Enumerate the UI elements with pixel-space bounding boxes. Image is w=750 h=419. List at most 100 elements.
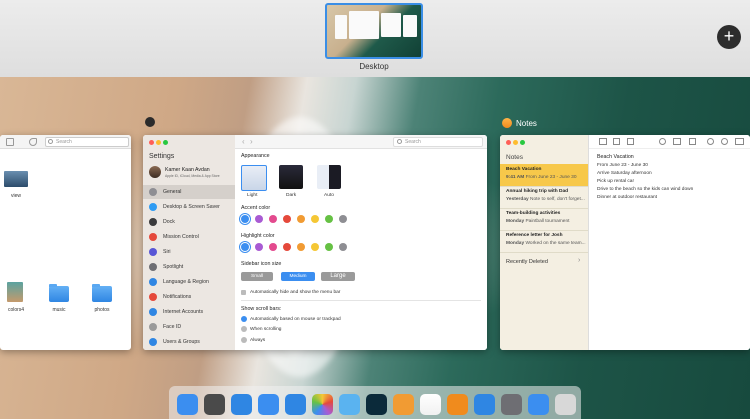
safari-icon[interactable] [231,394,252,415]
zoom-button[interactable] [163,140,168,145]
settings-window[interactable]: Settings Kamer Kaan Avdan Apple ID, iClo… [143,135,487,350]
icon-size-small[interactable]: Small [241,272,273,281]
icon-size-medium[interactable]: Medium [281,272,315,281]
minimize-button[interactable] [513,140,518,145]
highlight-color-swatch[interactable] [297,243,305,251]
sidebar-item-icon [149,338,157,346]
compose-icon[interactable] [627,138,634,145]
note-item-detail: From June 23 - June 30 [525,175,577,180]
accent-color-swatch[interactable] [283,215,291,223]
tag-icon[interactable] [29,138,37,146]
note-list-item[interactable]: Annual hiking trip with Dad Yesterday Not… [500,186,588,209]
finder-window[interactable]: Search view colors4 music photos [0,135,131,350]
books-icon[interactable] [447,394,468,415]
share-icon[interactable] [707,138,714,145]
zoom-button[interactable] [520,140,525,145]
icon-size-large[interactable]: Large [321,272,355,281]
share-icon[interactable] [6,138,14,146]
pages-icon[interactable] [393,394,414,415]
scroll-radio-always[interactable] [241,337,247,343]
scroll-radio-automatic[interactable] [241,316,247,322]
recently-deleted-row[interactable]: Recently Deleted › [500,255,588,269]
music-icon[interactable] [420,394,441,415]
appearance-auto-option[interactable] [317,165,341,189]
sidebar-item-label: Internet Accounts [163,309,204,315]
sidebar-item-icon [149,323,157,331]
close-button[interactable] [506,140,511,145]
close-button[interactable] [149,140,154,145]
highlight-color-swatch[interactable] [283,243,291,251]
accent-color-swatch[interactable] [297,215,305,223]
downloads-icon[interactable] [528,394,549,415]
sidebar-item-icon [149,308,157,316]
messages-icon[interactable] [285,394,306,415]
note-editor[interactable]: Beach Vacation From June 23 - June 30 Arr… [588,135,750,350]
sidebar-item[interactable]: General [143,185,235,199]
sidebar-item-label: Users & Groups [163,339,200,345]
note-item-detail: Worked on the same team... [525,241,586,246]
trash-icon[interactable] [613,138,620,145]
finder-item-view[interactable] [4,171,28,187]
highlight-color-swatch[interactable] [339,243,347,251]
appearance-dark-option[interactable] [279,165,303,189]
sidebar-item-label: Language & Region [163,279,209,285]
folder-icon[interactable] [49,284,69,302]
sidebar-item[interactable]: Language & Region [143,275,235,289]
back-icon[interactable]: ‹ [242,137,245,146]
note-item-time: Monday [506,219,525,224]
note-list-item[interactable]: Team-building activities Monday Paintball… [500,208,588,231]
sidebar-item[interactable]: Siri [143,245,235,259]
finder-search-field[interactable]: Search [45,137,129,147]
add-space-button[interactable]: + [717,25,741,49]
launchpad-icon[interactable] [204,394,225,415]
sidebar-item[interactable]: Spotlight [143,260,235,274]
accent-color-swatch[interactable] [311,215,319,223]
highlight-color-swatch[interactable] [311,243,319,251]
accent-color-swatch[interactable] [255,215,263,223]
forward-icon[interactable]: › [250,137,253,146]
notes-window[interactable]: Notes Beach Vacation 9:41 AM From June 23… [500,135,750,350]
sidebar-item[interactable]: Mission Control [143,230,235,244]
highlight-color-swatch[interactable] [255,243,263,251]
settings-search-field[interactable]: Search [393,137,483,147]
sidebar-item[interactable]: Internet Accounts [143,305,235,319]
highlight-color-swatch[interactable] [269,243,277,251]
mail-icon[interactable] [258,394,279,415]
auto-hide-checkbox[interactable] [241,290,246,295]
sidebar-item[interactable]: Desktop & Screen Saver [143,200,235,214]
highlight-color-swatch[interactable] [241,243,249,251]
accent-color-swatch[interactable] [241,215,249,223]
appearance-light-option[interactable] [241,165,267,191]
system-settings-icon[interactable] [501,394,522,415]
trash-icon[interactable] [555,394,576,415]
photos-icon[interactable] [312,394,333,415]
lock-icon[interactable] [689,138,696,145]
finder-icon[interactable] [177,394,198,415]
checklist-icon[interactable] [659,138,666,145]
sidebar-item[interactable]: Face ID [143,320,235,334]
icloud-icon[interactable] [339,394,360,415]
highlight-color-swatch[interactable] [325,243,333,251]
sidebar-item[interactable]: Users & Groups [143,335,235,349]
finder-item-colors4[interactable] [7,282,23,302]
app-store-icon[interactable] [474,394,495,415]
settings-sidebar: Settings Kamer Kaan Avdan Apple ID, iClo… [143,135,235,350]
sidebar-item[interactable]: Notifications [143,290,235,304]
avatar[interactable] [149,166,161,178]
table-icon[interactable] [673,138,681,145]
search-icon[interactable] [721,138,728,145]
sidebar-item[interactable]: Dock [143,215,235,229]
sidebar-toggle-icon[interactable] [599,138,607,145]
note-list-item[interactable]: Reference letter for Josh Monday Worked o… [500,230,588,253]
scroll-radio-when-scrolling[interactable] [241,326,247,332]
accent-color-swatch[interactable] [339,215,347,223]
folder-icon[interactable] [92,284,112,302]
accent-color-swatch[interactable] [269,215,277,223]
photoshop-icon[interactable] [366,394,387,415]
minimize-button[interactable] [156,140,161,145]
note-list-item[interactable]: Beach Vacation 9:41 AM From June 23 - Jun… [500,164,588,187]
finder-item-label: music [52,307,66,313]
desktop-space-thumbnail[interactable] [325,3,423,59]
accent-color-swatch[interactable] [325,215,333,223]
gallery-icon[interactable] [735,138,744,145]
